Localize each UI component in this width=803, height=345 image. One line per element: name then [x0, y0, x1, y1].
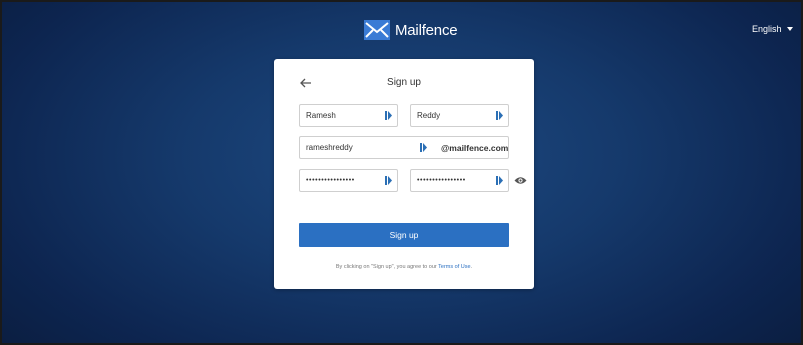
- brand-name: Mailfence: [395, 21, 458, 39]
- language-label: English: [752, 24, 782, 34]
- password-manager-icon[interactable]: [420, 143, 427, 152]
- signup-card: Sign up Ramesh Reddy rameshreddy @mailfe…: [274, 59, 534, 289]
- language-selector[interactable]: English: [752, 24, 793, 34]
- terms-suffix: .: [470, 264, 473, 270]
- first-name-field[interactable]: Ramesh: [299, 104, 398, 127]
- eye-icon[interactable]: [514, 176, 527, 185]
- last-name-field[interactable]: Reddy: [410, 104, 509, 127]
- password-manager-icon[interactable]: [496, 176, 503, 185]
- email-domain-suffix: @mailfence.com: [441, 143, 509, 153]
- mailfence-logo[interactable]: Mailfence: [364, 19, 458, 41]
- password-value: ••••••••••••••••: [306, 177, 355, 184]
- password-field[interactable]: ••••••••••••••••: [299, 169, 398, 192]
- last-name-value: Reddy: [417, 111, 441, 120]
- confirm-password-value: ••••••••••••••••: [417, 177, 466, 184]
- terms-prefix: By clicking on "Sign up", you agree to o…: [335, 264, 439, 270]
- page-title: Sign up: [387, 77, 421, 88]
- signup-button[interactable]: Sign up: [299, 223, 509, 247]
- password-manager-icon[interactable]: [496, 111, 503, 120]
- caret-down-icon: [786, 27, 793, 31]
- terms-notice: By clicking on "Sign up", you agree to o…: [274, 264, 534, 270]
- confirm-password-field[interactable]: ••••••••••••••••: [410, 169, 509, 192]
- password-manager-icon[interactable]: [385, 176, 392, 185]
- mailfence-logo-icon: [364, 20, 390, 40]
- first-name-value: Ramesh: [306, 111, 336, 120]
- password-manager-icon[interactable]: [385, 111, 392, 120]
- page-background: Mailfence English Sign up Ramesh Reddy r…: [0, 0, 803, 345]
- terms-of-use-link[interactable]: Terms of Use: [438, 264, 470, 270]
- username-value: rameshreddy: [306, 143, 353, 152]
